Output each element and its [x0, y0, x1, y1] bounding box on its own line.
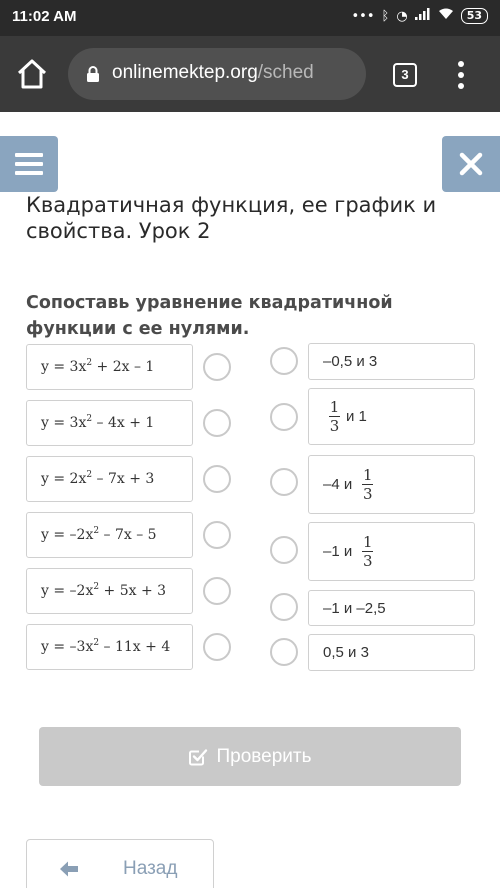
arrow-left-icon	[60, 861, 78, 877]
answer-card[interactable]: –4 и 13	[308, 455, 475, 514]
status-time: 11:02 AM	[12, 8, 77, 25]
signal-icon	[414, 8, 431, 24]
lock-icon	[87, 66, 99, 82]
browser-toolbar: onlinemektep.org/sched 3	[0, 36, 500, 112]
back-button[interactable]: Назад	[26, 839, 214, 888]
url-text: onlinemektep.org/sched	[112, 62, 314, 84]
task-instruction: Сопоставь уравнение квадратичной функции…	[26, 293, 393, 339]
fraction: 13	[329, 398, 340, 435]
equation-lead: y = 3x	[41, 359, 87, 375]
answer-connector-radio[interactable]	[270, 403, 298, 431]
equation-connector-radio[interactable]	[203, 353, 231, 381]
hamburger-icon	[15, 153, 43, 175]
url-path: /sched	[257, 62, 314, 83]
equation-connector-radio[interactable]	[203, 577, 231, 605]
close-button[interactable]	[442, 136, 500, 192]
status-bar: 11:02 AM ••• ᛒ ◔ 53	[0, 0, 500, 36]
answer-connector-radio[interactable]	[270, 536, 298, 564]
equation-connector-radio[interactable]	[203, 465, 231, 493]
lesson-title: Квадратичная функция, ее график и свойст…	[26, 193, 437, 243]
menu-button[interactable]	[0, 136, 58, 192]
equation-card[interactable]: y = 3x2 – 4x + 1	[26, 400, 193, 446]
more-dots-icon: •••	[351, 8, 375, 24]
check-button[interactable]: Проверить	[39, 727, 461, 786]
answer-connector-radio[interactable]	[270, 468, 298, 496]
fraction-numerator: 1	[362, 466, 373, 484]
close-icon	[459, 152, 483, 176]
answer-prefix: –4 и	[323, 476, 353, 493]
home-button[interactable]	[14, 56, 50, 92]
fraction-numerator: 1	[362, 533, 373, 551]
home-icon	[17, 59, 47, 89]
equation-card[interactable]: y = –2x2 – 7x – 5	[26, 512, 193, 558]
answer-connector-radio[interactable]	[270, 347, 298, 375]
answer-connector-radio[interactable]	[270, 638, 298, 666]
answer-suffix: и 1	[346, 408, 367, 425]
equation-lead: y = –2x	[41, 527, 94, 543]
wifi-icon	[438, 8, 454, 24]
tab-switcher-button[interactable]: 3	[393, 63, 417, 87]
answer-card[interactable]: 0,5 и 3	[308, 634, 475, 671]
equation-connector-radio[interactable]	[203, 521, 231, 549]
answer-card[interactable]: –0,5 и 3	[308, 343, 475, 380]
address-bar[interactable]: onlinemektep.org/sched	[68, 48, 366, 100]
answer-card[interactable]: 13 и 1	[308, 388, 475, 445]
equation-tail: + 2x – 1	[92, 359, 155, 375]
fraction: 13	[362, 466, 374, 503]
answer-text: –1 и –2,5	[323, 599, 386, 617]
status-icons: ••• ᛒ ◔ 53	[352, 8, 488, 24]
equation-lead: y = 3x	[41, 415, 87, 431]
equation-lead: y = 2x	[41, 471, 87, 487]
checkbox-check-icon	[189, 748, 208, 765]
equation-card[interactable]: y = 3x2 + 2x – 1	[26, 344, 193, 390]
answer-text: –0,5 и 3	[323, 353, 378, 370]
equation-tail: – 4x + 1	[92, 415, 155, 431]
answer-card[interactable]: –1 и 13	[308, 522, 475, 581]
equation-tail: + 5x + 3	[99, 583, 167, 599]
back-button-label: Назад	[123, 858, 178, 879]
equation-tail: – 11x + 4	[99, 639, 171, 655]
fraction-denominator: 3	[329, 417, 340, 435]
equation-connector-radio[interactable]	[203, 633, 231, 661]
equation-connector-radio[interactable]	[203, 409, 231, 437]
equation-lead: y = –3x	[41, 639, 94, 655]
fraction-denominator: 3	[362, 485, 373, 503]
equation-lead: y = –2x	[41, 583, 94, 599]
fraction-denominator: 3	[362, 552, 373, 570]
battery-icon: 53	[460, 8, 488, 24]
url-host: onlinemektep.org	[112, 62, 258, 83]
answer-card[interactable]: –1 и –2,5	[308, 590, 475, 626]
alarm-icon: ◔	[396, 8, 408, 24]
answer-text: 0,5 и 3	[323, 644, 369, 661]
equation-tail: – 7x + 3	[92, 471, 155, 487]
equation-card[interactable]: y = 2x2 – 7x + 3	[26, 456, 193, 502]
equation-tail: – 7x – 5	[99, 527, 157, 543]
check-button-label: Проверить	[216, 745, 312, 767]
equation-card[interactable]: y = –2x2 + 5x + 3	[26, 568, 193, 614]
answer-prefix: –1 и	[323, 543, 353, 560]
fraction-numerator: 1	[329, 398, 340, 416]
fraction: 13	[362, 533, 374, 570]
answer-connector-radio[interactable]	[270, 593, 298, 621]
more-vert-icon[interactable]	[455, 60, 467, 90]
bluetooth-icon: ᛒ	[381, 8, 390, 24]
equation-card[interactable]: y = –3x2 – 11x + 4	[26, 624, 193, 670]
